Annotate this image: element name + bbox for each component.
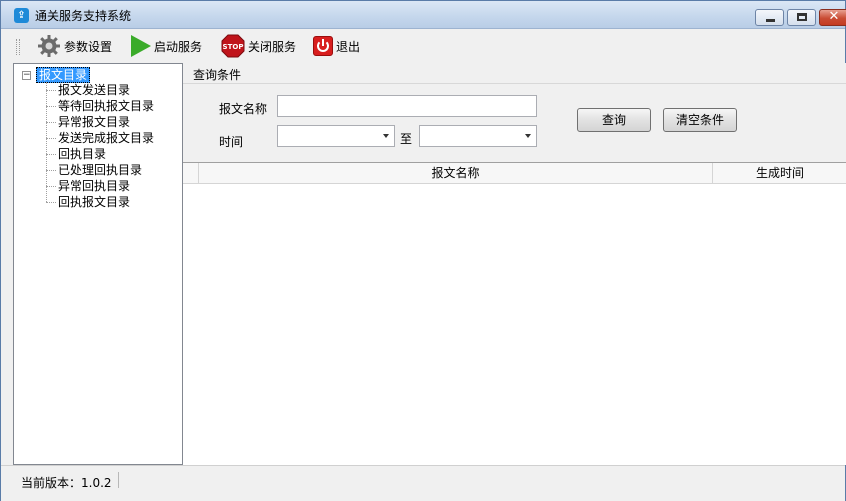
window-title: 通关服务支持系统 — [35, 9, 132, 23]
tree-item-error-messages[interactable]: 异常报文目录 — [46, 114, 154, 130]
gear-icon — [37, 34, 61, 58]
status-bar: 当前版本：1.0.2 — [1, 465, 845, 501]
maximize-icon — [797, 13, 807, 21]
minimize-icon — [766, 19, 775, 22]
tree-children: 报文发送目录 等待回执报文目录 异常报文目录 发送完成报文目录 回执目录 已处理… — [46, 82, 154, 210]
settings-label: 参数设置 — [64, 39, 113, 54]
close-icon: ✕ — [828, 9, 840, 24]
status-divider — [118, 472, 119, 488]
stop-service-button[interactable]: STOP 关闭服务 — [221, 33, 296, 59]
toolbar: 参数设置 启动服务 STOP 关闭服务 退出 — [1, 30, 845, 62]
clear-conditions-button[interactable]: 清空条件 — [663, 108, 737, 132]
start-service-button[interactable]: 启动服务 — [129, 33, 202, 59]
time-range-separator: 至 — [400, 132, 413, 146]
grid-header: 报文名称 生成时间 — [183, 163, 846, 184]
close-button[interactable]: ✕ — [819, 9, 846, 26]
stop-icon-text: STOP — [223, 43, 244, 51]
tree-root-label[interactable]: 报文目录 — [36, 67, 91, 83]
directory-tree[interactable]: − 报文目录 报文发送目录 等待回执报文目录 异常报文目录 发送完成报文目录 回… — [13, 63, 183, 465]
toolbar-grip[interactable] — [16, 39, 20, 55]
tree-root[interactable]: − 报文目录 — [22, 67, 91, 83]
chevron-down-icon[interactable] — [383, 134, 389, 138]
tree-item-send[interactable]: 报文发送目录 — [46, 82, 154, 98]
settings-button[interactable]: 参数设置 — [37, 33, 112, 59]
power-icon — [313, 36, 333, 56]
play-icon — [131, 35, 151, 57]
stop-icon: STOP — [221, 34, 245, 58]
time-from-dropdown[interactable] — [277, 125, 395, 147]
tree-item-awaiting-receipt[interactable]: 等待回执报文目录 — [46, 98, 154, 114]
start-service-label: 启动服务 — [154, 39, 203, 54]
query-section-header: 查询条件 — [183, 63, 846, 84]
time-label: 时间 — [219, 135, 244, 149]
column-header-message-name[interactable]: 报文名称 — [199, 163, 713, 184]
title-bar[interactable]: ⇪ 通关服务支持系统 ✕ — [1, 1, 846, 29]
grid-corner-cell[interactable] — [183, 163, 199, 184]
collapse-toggle-icon[interactable]: − — [22, 70, 31, 80]
app-icon: ⇪ — [14, 8, 29, 23]
minimize-button[interactable] — [755, 9, 784, 26]
tree-item-error-receipts[interactable]: 异常回执目录 — [46, 178, 154, 194]
tree-item-processed-receipts[interactable]: 已处理回执目录 — [46, 162, 154, 178]
exit-label: 退出 — [336, 39, 361, 54]
column-header-created-time[interactable]: 生成时间 — [713, 163, 846, 184]
time-to-dropdown[interactable] — [419, 125, 537, 147]
maximize-button[interactable] — [787, 9, 816, 26]
query-form: 报文名称 时间 至 查询 清空条件 — [183, 84, 846, 162]
tree-item-receipts[interactable]: 回执目录 — [46, 146, 154, 162]
stop-service-label: 关闭服务 — [248, 39, 297, 54]
search-button[interactable]: 查询 — [577, 108, 651, 132]
version-status: 当前版本：1.0.2 — [21, 476, 112, 490]
chevron-down-icon[interactable] — [525, 134, 531, 138]
message-name-input[interactable] — [277, 95, 537, 117]
query-section-title: 查询条件 — [193, 68, 242, 82]
tree-item-receipt-messages[interactable]: 回执报文目录 — [46, 194, 154, 210]
message-name-label: 报文名称 — [219, 102, 268, 116]
results-grid[interactable]: 报文名称 生成时间 — [183, 162, 846, 465]
main-window: ⇪ 通关服务支持系统 ✕ 参数设置 启动服务 STOP 关闭服务 退出 − 报文… — [0, 0, 846, 501]
exit-button[interactable]: 退出 — [313, 33, 360, 59]
tree-item-send-complete[interactable]: 发送完成报文目录 — [46, 130, 154, 146]
